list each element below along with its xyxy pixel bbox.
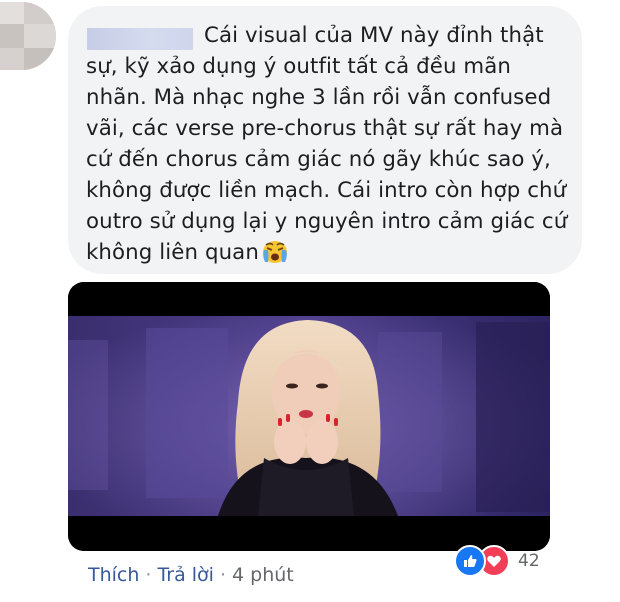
reply-link[interactable]: Trả lời bbox=[157, 564, 214, 586]
reaction-count: 42 bbox=[518, 551, 540, 571]
video-thumbnail[interactable] bbox=[68, 282, 550, 551]
crying-face-icon bbox=[262, 241, 287, 263]
avatar-pixel bbox=[0, 48, 24, 70]
reactions-summary[interactable]: 42 bbox=[454, 544, 540, 578]
comment-text: Cái visual của MV này đỉnh thật sự, kỹ x… bbox=[86, 23, 568, 265]
comment-actions: Thích · Trả lời · 4 phút bbox=[88, 564, 294, 586]
like-link[interactable]: Thích bbox=[88, 564, 139, 586]
like-reaction-icon bbox=[454, 545, 486, 577]
comment-timestamp[interactable]: 4 phút bbox=[232, 564, 294, 586]
avatar-pixel bbox=[24, 2, 56, 24]
separator: · bbox=[145, 564, 152, 586]
avatar-pixel bbox=[0, 2, 24, 24]
avatar-pixel bbox=[0, 24, 24, 48]
comment-body: Cái visual của MV này đỉnh thật sự, kỹ x… bbox=[86, 20, 578, 268]
video-frame bbox=[68, 282, 550, 551]
avatar[interactable] bbox=[0, 2, 56, 70]
separator: · bbox=[219, 564, 227, 586]
avatar-pixel bbox=[24, 48, 56, 70]
avatar-pixel bbox=[24, 24, 56, 48]
